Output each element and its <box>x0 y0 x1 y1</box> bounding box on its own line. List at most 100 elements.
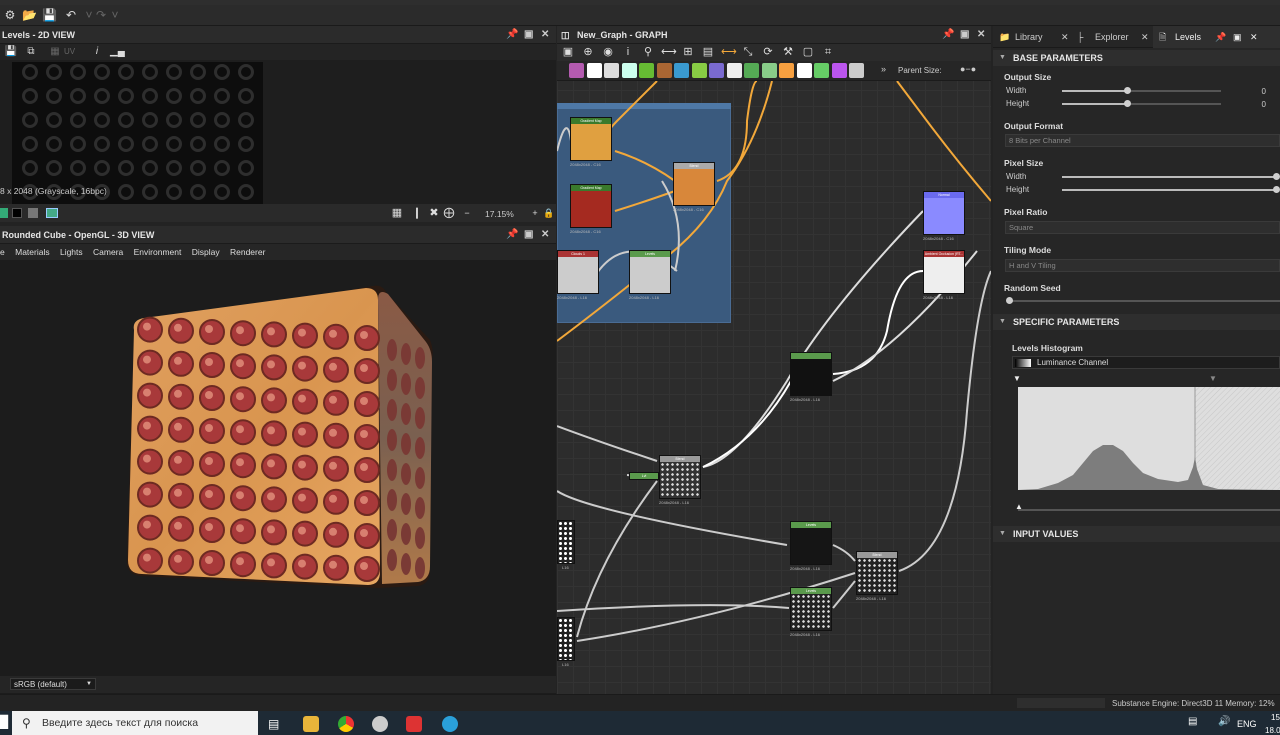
node-library-item-icon[interactable] <box>796 63 812 78</box>
output-width-knob[interactable] <box>1124 87 1131 94</box>
info-icon[interactable]: i <box>621 45 635 59</box>
align-icon[interactable]: ⟷ <box>721 45 737 59</box>
volume-icon[interactable]: 🔊 <box>1218 716 1230 727</box>
graph-node[interactable]: Blend <box>673 162 715 206</box>
substance-logo-icon[interactable]: ⚙ <box>3 8 17 22</box>
tiling-mode-select[interactable]: H and V Tiling <box>1005 259 1280 272</box>
node-library-item-icon[interactable] <box>849 63 864 78</box>
levels-histogram[interactable]: 0 <box>1018 387 1280 490</box>
clock-time[interactable]: 15 <box>1271 713 1280 722</box>
close-icon[interactable]: ✕ <box>1141 26 1149 48</box>
node-library-item-icon[interactable] <box>761 63 777 78</box>
link-icon[interactable]: ●−● <box>960 64 976 74</box>
display-mode-icon[interactable] <box>46 208 58 218</box>
graph-node[interactable]: Blend <box>659 455 701 499</box>
tab-levels[interactable]: 🗎 Levels 📌 ▣ ✕ <box>1153 26 1280 48</box>
tiling-icon[interactable]: ❙ <box>410 206 424 220</box>
center-icon[interactable]: ⊕ <box>581 45 595 59</box>
graph-node[interactable]: Levels <box>629 250 671 294</box>
texture-2d-canvas[interactable] <box>12 62 263 204</box>
maximize-icon[interactable]: ▣ <box>1233 26 1242 48</box>
output-range-bar[interactable] <box>1018 509 1280 511</box>
output-format-select[interactable]: 8 Bits per Channel <box>1005 134 1280 147</box>
node-library-item-icon[interactable] <box>744 63 759 78</box>
zoom-in-icon[interactable]: + <box>528 206 542 220</box>
menu-scene[interactable]: e <box>0 247 5 257</box>
channel-gray-icon[interactable] <box>28 208 38 218</box>
chevron-down-icon[interactable]: ˅ <box>108 8 122 22</box>
random-seed-slider[interactable] <box>1010 300 1280 302</box>
node-library-item-icon[interactable] <box>604 63 619 78</box>
input-values-header[interactable]: ▼ INPUT VALUES <box>993 526 1280 542</box>
pin-icon[interactable]: 📌 <box>1215 26 1226 48</box>
pixel-width-knob[interactable] <box>1273 173 1280 180</box>
center-icon[interactable]: ⨁ <box>442 206 456 220</box>
grid-icon[interactable]: ▦ <box>48 45 62 59</box>
graph-node[interactable]: Normal <box>923 191 965 235</box>
tab-explorer[interactable]: ├ Explorer ✕ <box>1073 26 1153 48</box>
base-parameters-header[interactable]: ▼ BASE PARAMETERS <box>993 50 1280 66</box>
node-library-item-icon[interactable] <box>656 63 672 78</box>
menu-camera[interactable]: Camera <box>93 247 123 257</box>
telegram-icon[interactable] <box>442 716 458 732</box>
pin-icon[interactable]: 📌 <box>506 226 518 244</box>
open-folder-icon[interactable]: 📂 <box>22 8 37 22</box>
maximize-icon[interactable]: ▣ <box>524 226 533 244</box>
menu-environment[interactable]: Environment <box>134 247 182 257</box>
node-library-item-icon[interactable] <box>621 63 637 78</box>
snap-icon[interactable]: ⤡ <box>741 45 755 59</box>
graph-node[interactable] <box>557 617 575 661</box>
save-icon[interactable]: 💾 <box>4 45 18 59</box>
menu-lights[interactable]: Lights <box>60 247 83 257</box>
menu-renderer[interactable]: Renderer <box>230 247 265 257</box>
task-view-icon[interactable]: ▤ <box>268 716 284 732</box>
pin-icon[interactable]: 📌 <box>506 26 518 44</box>
graph-node[interactable] <box>557 520 575 564</box>
node-library-item-icon[interactable] <box>726 63 742 78</box>
graph-node[interactable] <box>790 352 832 396</box>
node-library-item-icon[interactable] <box>639 63 654 78</box>
random-seed-knob[interactable] <box>1006 297 1013 304</box>
redo-icon[interactable]: ↷ <box>94 8 108 22</box>
graph-node[interactable]: Gradient Map <box>570 117 612 161</box>
output-width-value[interactable]: 0 <box>1246 87 1266 96</box>
substance-designer-icon[interactable] <box>406 716 422 732</box>
close-icon[interactable]: ✕ <box>541 226 549 244</box>
channel-black-icon[interactable] <box>12 208 22 218</box>
close-icon[interactable]: ✕ <box>1061 26 1069 48</box>
output-height-knob[interactable] <box>1124 100 1131 107</box>
pixel-height-slider[interactable] <box>1062 189 1274 191</box>
layout-icon[interactable]: ⊞ <box>681 45 695 59</box>
copy-icon[interactable]: ⧉ <box>24 45 38 59</box>
chrome-icon[interactable] <box>338 716 354 732</box>
node-library-item-icon[interactable] <box>569 63 584 78</box>
close-icon[interactable]: ✕ <box>977 26 985 44</box>
grid-toggle-icon[interactable]: ▦ <box>390 206 404 220</box>
tools-icon[interactable]: ⚒ <box>781 45 795 59</box>
windows-start-icon[interactable]: ▉ <box>0 715 10 731</box>
undo-icon[interactable]: ↶ <box>64 8 78 22</box>
grid-icon[interactable]: ⌗ <box>821 45 835 59</box>
uv-label[interactable]: UV <box>64 47 75 56</box>
histogram-icon[interactable]: ▁▄ <box>110 45 125 59</box>
close-icon[interactable]: ✕ <box>541 26 549 44</box>
graph-node[interactable]: Levels <box>790 587 832 631</box>
node-library-item-icon[interactable] <box>831 63 847 78</box>
graph-node[interactable]: Ambient Occlusion (RT... <box>923 250 965 294</box>
graph-node[interactable]: Blend <box>856 551 898 595</box>
graph-node[interactable]: Levels <box>790 521 832 565</box>
info-icon[interactable]: i <box>90 45 104 59</box>
app-icon[interactable] <box>372 716 388 732</box>
more-icon[interactable]: » <box>881 64 886 74</box>
pixel-ratio-select[interactable]: Square <box>1005 221 1280 234</box>
frame-icon[interactable]: ▣ <box>561 45 575 59</box>
graph-node[interactable]: Clouds 1 <box>557 250 599 294</box>
channel-select[interactable]: Luminance Channel <box>1012 356 1280 369</box>
pixel-height-knob[interactable] <box>1273 186 1280 193</box>
network-icon[interactable]: ▤ <box>1188 716 1197 727</box>
clock-date[interactable]: 18.0 <box>1265 726 1280 735</box>
fit-icon[interactable]: ✖ <box>427 206 441 220</box>
refresh-icon[interactable]: ⟳ <box>761 45 775 59</box>
specific-parameters-header[interactable]: ▼ SPECIFIC PARAMETERS <box>993 314 1280 330</box>
camera-icon[interactable]: ◉ <box>601 45 615 59</box>
